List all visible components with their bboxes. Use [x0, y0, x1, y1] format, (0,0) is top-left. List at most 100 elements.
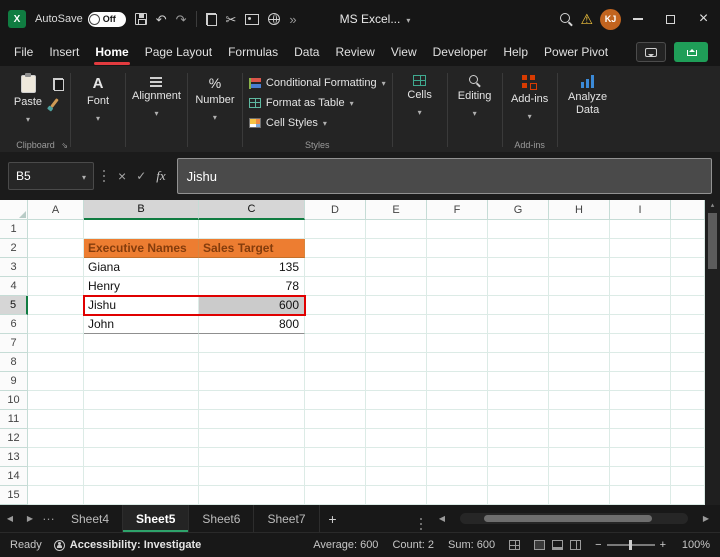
cell-B4[interactable]: Henry	[84, 277, 199, 296]
row-header-4[interactable]: 4	[0, 277, 28, 296]
cell-A4[interactable]	[28, 277, 84, 296]
more-commands-icon[interactable]: »	[289, 13, 296, 26]
cell-X7[interactable]	[671, 334, 705, 353]
avatar[interactable]: KJ	[600, 9, 621, 30]
cell-C3[interactable]: 135	[199, 258, 305, 277]
conditional-formatting-button[interactable]: Conditional Formatting	[249, 74, 386, 92]
maximize-button[interactable]	[654, 0, 687, 38]
alignment-button[interactable]: Alignment	[132, 68, 181, 119]
paste-button[interactable]: Paste	[7, 68, 49, 125]
select-all-corner[interactable]	[0, 200, 28, 220]
cell-E15[interactable]	[366, 486, 427, 505]
cell-F3[interactable]	[427, 258, 488, 277]
hscroll-right-icon[interactable]	[696, 514, 716, 523]
redo-icon[interactable]: ↷	[176, 13, 187, 26]
cell-E2[interactable]	[366, 239, 427, 258]
cell-I4[interactable]	[610, 277, 671, 296]
cell-C9[interactable]	[199, 372, 305, 391]
cell-C8[interactable]	[199, 353, 305, 372]
cell-C10[interactable]	[199, 391, 305, 410]
cell-D6[interactable]	[305, 315, 366, 334]
zoom-out-icon[interactable]	[595, 539, 601, 551]
cell-A3[interactable]	[28, 258, 84, 277]
tab-home[interactable]: Home	[87, 38, 136, 66]
row-header-5[interactable]: 5	[0, 296, 28, 315]
cell-X6[interactable]	[671, 315, 705, 334]
cell-F1[interactable]	[427, 220, 488, 239]
cell-D9[interactable]	[305, 372, 366, 391]
cell-I3[interactable]	[610, 258, 671, 277]
cell-B8[interactable]	[84, 353, 199, 372]
cell-E13[interactable]	[366, 448, 427, 467]
row-header-7[interactable]: 7	[0, 334, 28, 353]
undo-icon[interactable]: ↶	[156, 13, 167, 26]
row-header-2[interactable]: 2	[0, 239, 28, 258]
normal-view-icon[interactable]	[534, 540, 545, 550]
horizontal-scrollbar[interactable]	[460, 513, 688, 524]
cell-D12[interactable]	[305, 429, 366, 448]
format-painter-icon[interactable]	[50, 98, 59, 108]
cell-G5[interactable]	[488, 296, 549, 315]
insert-function-icon[interactable]: fx	[156, 168, 165, 184]
cell-D2[interactable]	[305, 239, 366, 258]
cell-X3[interactable]	[671, 258, 705, 277]
column-header-H[interactable]: H	[549, 200, 610, 220]
cell-E1[interactable]	[366, 220, 427, 239]
sheet-tab-sheet4[interactable]: Sheet4	[58, 505, 123, 532]
dialog-launcher-icon[interactable]	[61, 141, 68, 150]
tab-view[interactable]: View	[383, 38, 425, 66]
cell-E6[interactable]	[366, 315, 427, 334]
cell-C11[interactable]	[199, 410, 305, 429]
cell-H5[interactable]	[549, 296, 610, 315]
enter-icon[interactable]	[136, 169, 146, 183]
cell-I6[interactable]	[610, 315, 671, 334]
cell-F13[interactable]	[427, 448, 488, 467]
row-header-3[interactable]: 3	[0, 258, 28, 277]
cell-X1[interactable]	[671, 220, 705, 239]
cell-H3[interactable]	[549, 258, 610, 277]
sheet-list-icon[interactable]	[40, 505, 58, 532]
tab-file[interactable]: File	[6, 38, 41, 66]
cell-B3[interactable]: Giana	[84, 258, 199, 277]
cell-C1[interactable]	[199, 220, 305, 239]
cell-D4[interactable]	[305, 277, 366, 296]
row-header-8[interactable]: 8	[0, 353, 28, 372]
row-header-15[interactable]: 15	[0, 486, 28, 505]
cell-D7[interactable]	[305, 334, 366, 353]
minimize-button[interactable]	[621, 0, 654, 38]
font-button[interactable]: Font	[77, 68, 119, 124]
cell-D15[interactable]	[305, 486, 366, 505]
status-sum[interactable]: Sum: 600	[448, 539, 495, 551]
zoom-level[interactable]: 100%	[680, 539, 710, 551]
tab-data[interactable]: Data	[286, 38, 327, 66]
cell-A10[interactable]	[28, 391, 84, 410]
cell-E3[interactable]	[366, 258, 427, 277]
share-button[interactable]	[674, 42, 708, 62]
cell-A2[interactable]	[28, 239, 84, 258]
cell-I5[interactable]	[610, 296, 671, 315]
cell-E14[interactable]	[366, 467, 427, 486]
cell-G12[interactable]	[488, 429, 549, 448]
addins-button[interactable]: Add-ins	[509, 68, 551, 122]
cell-B10[interactable]	[84, 391, 199, 410]
column-header-G[interactable]: G	[488, 200, 549, 220]
sheet-nav-left-icon[interactable]	[0, 505, 20, 532]
cell-B15[interactable]	[84, 486, 199, 505]
cell-E4[interactable]	[366, 277, 427, 296]
tab-insert[interactable]: Insert	[41, 38, 87, 66]
cell-X13[interactable]	[671, 448, 705, 467]
cell-A6[interactable]	[28, 315, 84, 334]
editing-button[interactable]: Editing	[454, 68, 496, 119]
cell-C2[interactable]: Sales Target	[199, 239, 305, 258]
vertical-scrollbar[interactable]	[705, 200, 720, 505]
cell-B1[interactable]	[84, 220, 199, 239]
row-header-13[interactable]: 13	[0, 448, 28, 467]
format-as-table-button[interactable]: Format as Table	[249, 94, 386, 112]
window-title-cluster[interactable]: MS Excel...	[340, 12, 411, 26]
cell-G9[interactable]	[488, 372, 549, 391]
cell-B2[interactable]: Executive Names	[84, 239, 199, 258]
tab-formulas[interactable]: Formulas	[220, 38, 286, 66]
cell-E9[interactable]	[366, 372, 427, 391]
cell-D14[interactable]	[305, 467, 366, 486]
zoom-slider-knob[interactable]	[629, 540, 632, 550]
